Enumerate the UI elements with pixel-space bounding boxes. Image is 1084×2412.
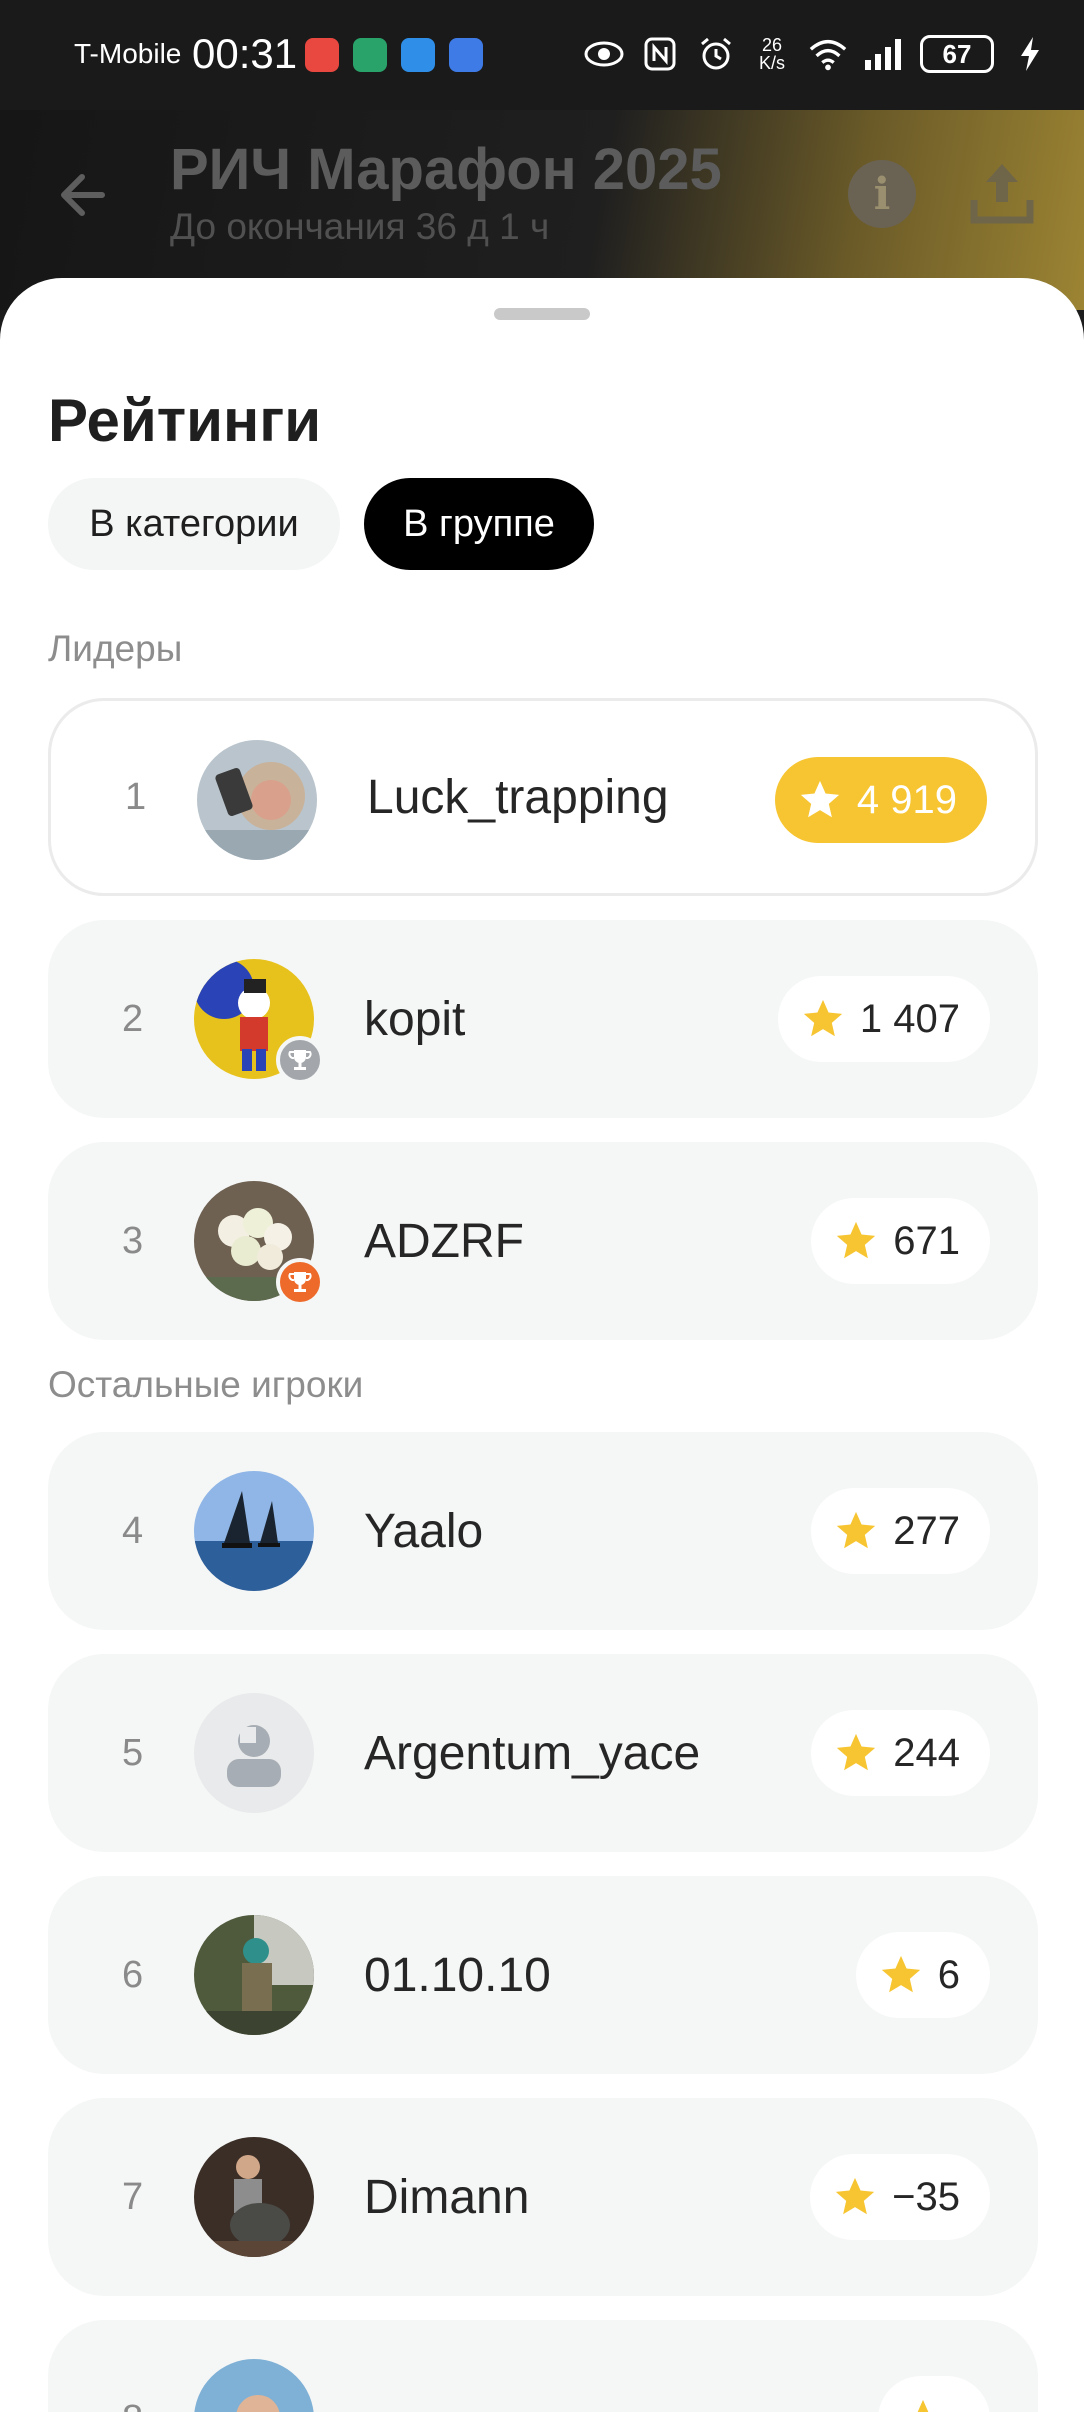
score-badge: 6	[855, 1932, 990, 2018]
score-badge: 671	[811, 1198, 990, 1284]
section-other-players: Остальные игроки	[48, 1364, 364, 1405]
score-badge: 277	[811, 1488, 990, 1574]
back-arrow-icon[interactable]	[52, 164, 114, 226]
score-badge: −35	[810, 2154, 990, 2240]
player-name: ADZRF	[364, 1214, 524, 1268]
player-name: Argentum_yace	[364, 1726, 701, 1780]
leaderboard-row[interactable]: 7 Dimann −35	[48, 2098, 1038, 2296]
leaderboard-row[interactable]: 4 Yaalo 277	[48, 1432, 1038, 1630]
score-badge: 244	[811, 1710, 990, 1796]
trophy-icon	[276, 1258, 324, 1306]
star-icon	[803, 999, 843, 1037]
trophy-icon	[276, 1036, 324, 1084]
ratings-title: Рейтинги	[48, 387, 322, 454]
avatar	[194, 1471, 314, 1591]
player-name: Luck_trapping	[367, 770, 669, 824]
info-icon[interactable]: i	[848, 160, 916, 228]
nfc-icon	[640, 34, 680, 74]
battery-indicator: 67	[920, 35, 994, 73]
rank-number: 6	[122, 1953, 144, 1996]
network-speed-value: 26	[761, 35, 783, 55]
leaderboard-row[interactable]: 3 ADZRF 671	[48, 1142, 1038, 1340]
score-value: 671	[893, 1218, 960, 1263]
carrier-label: T-Mobile	[74, 38, 182, 69]
star-icon	[835, 2177, 875, 2215]
leaderboard-row[interactable]: 6 01.10.10 6	[48, 1876, 1038, 2074]
score-value: 1 407	[859, 996, 960, 1041]
star-icon	[917, 2399, 929, 2412]
eye-icon	[584, 34, 624, 74]
charging-icon	[1010, 34, 1050, 74]
player-name: kopit	[364, 992, 466, 1046]
star-icon	[837, 1511, 876, 1549]
ratings-sheet: Рейтинги В категории В группе Лидеры 1 L…	[0, 278, 1084, 2412]
score-badge: 4 919	[774, 757, 987, 843]
score-value: 6	[937, 1952, 960, 1997]
message-notification-icon	[401, 38, 435, 72]
rank-number: 2	[122, 997, 144, 1040]
player-name: Yaalo	[364, 1504, 484, 1558]
score-value: 4 919	[856, 777, 957, 822]
tab-in-category[interactable]: В категории	[48, 478, 340, 570]
time-remaining: До окончания 36 д 1 ч	[170, 206, 550, 247]
rank-number: 7	[122, 2175, 144, 2218]
avatar	[194, 2137, 314, 2257]
default-avatar-icon	[194, 1693, 314, 1813]
status-bar: T-Mobile 00:31 26 K/s 67	[0, 0, 1084, 110]
rank-number: 4	[122, 1509, 144, 1552]
score-value: −35	[892, 2174, 960, 2219]
star-icon	[800, 780, 840, 818]
alarm-icon	[696, 34, 736, 74]
page-title: РИЧ Марафон 2025	[170, 137, 722, 202]
missed-call-icon	[305, 38, 339, 72]
leaderboard-row[interactable]: 2 kopit 1 407	[48, 920, 1038, 1118]
sheet-drag-handle[interactable]	[494, 308, 590, 320]
star-icon	[837, 1221, 876, 1259]
clock: 00:31	[192, 30, 298, 77]
network-speed-unit: K/s	[758, 53, 785, 73]
avatar	[194, 2359, 314, 2412]
share-icon[interactable]	[968, 156, 1036, 228]
rank-number: 1	[125, 775, 147, 818]
star-icon	[881, 1955, 920, 1993]
score-value: 244	[893, 1730, 960, 1775]
player-name: Dimann	[364, 2170, 530, 2224]
clock-notification-icon	[449, 38, 483, 72]
leaderboard-row[interactable]: 1 Luck_trapping 4 919	[48, 698, 1038, 896]
section-leaders: Лидеры	[48, 628, 183, 669]
leaderboard-row[interactable]: 8	[48, 2320, 1038, 2412]
signal-icon	[864, 34, 904, 74]
player-name: 01.10.10	[364, 1948, 551, 2002]
avatar	[197, 740, 317, 860]
status-icons: 26 K/s 67	[584, 30, 1050, 78]
app-notification-icon	[353, 38, 387, 72]
star-icon	[837, 1733, 876, 1771]
score-badge	[878, 2376, 990, 2412]
rank-number: 5	[122, 1731, 144, 1774]
leaderboard-row[interactable]: 5 Argentum_yace 244	[48, 1654, 1038, 1852]
tab-in-group[interactable]: В группе	[364, 478, 594, 570]
wifi-icon	[808, 34, 848, 74]
avatar	[194, 1915, 314, 2035]
rank-number: 8	[122, 2320, 143, 2412]
rank-number: 3	[122, 1219, 144, 1262]
score-value: 277	[893, 1508, 960, 1553]
network-speed: 26 K/s	[752, 36, 792, 72]
score-badge: 1 407	[777, 976, 990, 1062]
